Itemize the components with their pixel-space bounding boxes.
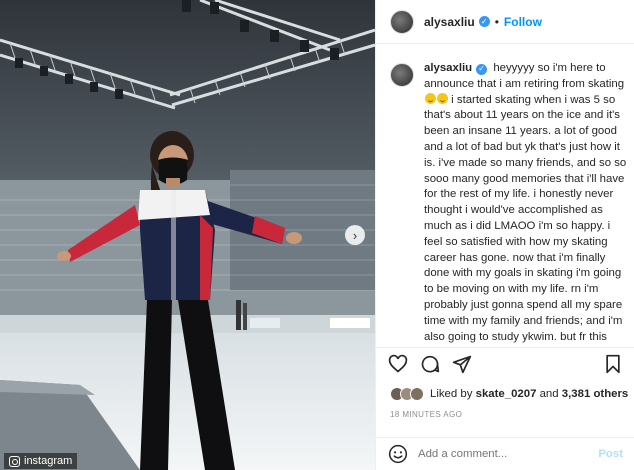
- verified-badge-icon: ✓: [476, 63, 488, 75]
- bookmark-icon[interactable]: [603, 354, 623, 374]
- chevron-right-icon: ›: [352, 227, 358, 243]
- comment-input[interactable]: [418, 448, 599, 460]
- post-timestamp: 18 MINUTES AGO: [390, 410, 463, 419]
- share-icon[interactable]: [452, 354, 472, 374]
- post-sidebar: alysaxliu ✓ • Follow alysaxliu ✓ heyyyyy …: [375, 0, 634, 470]
- likes-text: Liked by skate_0207 and 3,381 others: [430, 388, 628, 400]
- caption-username[interactable]: alysaxliu: [424, 62, 472, 74]
- comment-icon[interactable]: [420, 354, 440, 374]
- header-username[interactable]: alysaxliu: [424, 15, 475, 29]
- avatar[interactable]: [390, 9, 414, 34]
- instagram-icon: [9, 455, 20, 467]
- liker-avatar: [410, 387, 424, 401]
- smiling-face-emoji-icon: [425, 92, 436, 104]
- verified-badge-icon: ✓: [478, 16, 490, 27]
- instagram-watermark: instagram: [4, 453, 78, 469]
- smiling-face-emoji-icon: [437, 92, 448, 104]
- arena-illustration: [0, 0, 375, 470]
- post-header: alysaxliu ✓ • Follow: [376, 0, 634, 44]
- post-photo[interactable]: › instagram: [0, 0, 375, 470]
- caption-part2: i started skating when i was 5 so that's…: [424, 93, 627, 343]
- emoji-icon[interactable]: [388, 444, 408, 464]
- caption-text: alysaxliu ✓ heyyyyy so i'm here to announ…: [424, 61, 630, 346]
- watermark-label: instagram: [24, 455, 73, 467]
- likes-summary: Liked by skate_0207 and 3,381 others: [390, 384, 628, 404]
- liked-prefix: Liked by: [430, 388, 473, 400]
- carousel-next-button[interactable]: ›: [345, 225, 365, 245]
- caption-avatar[interactable]: [390, 63, 414, 87]
- post-button[interactable]: Post: [598, 448, 623, 460]
- header-separator: •: [494, 14, 499, 29]
- caption-area: alysaxliu ✓ heyyyyy so i'm here to announ…: [390, 61, 632, 346]
- action-bar: [376, 347, 634, 379]
- liked-count[interactable]: 3,381 others: [562, 388, 628, 400]
- liked-and: and: [539, 388, 559, 400]
- comment-bar: Post: [376, 437, 634, 470]
- follow-button[interactable]: Follow: [504, 15, 542, 29]
- liked-user[interactable]: skate_0207: [476, 388, 537, 400]
- heart-icon[interactable]: [388, 354, 408, 374]
